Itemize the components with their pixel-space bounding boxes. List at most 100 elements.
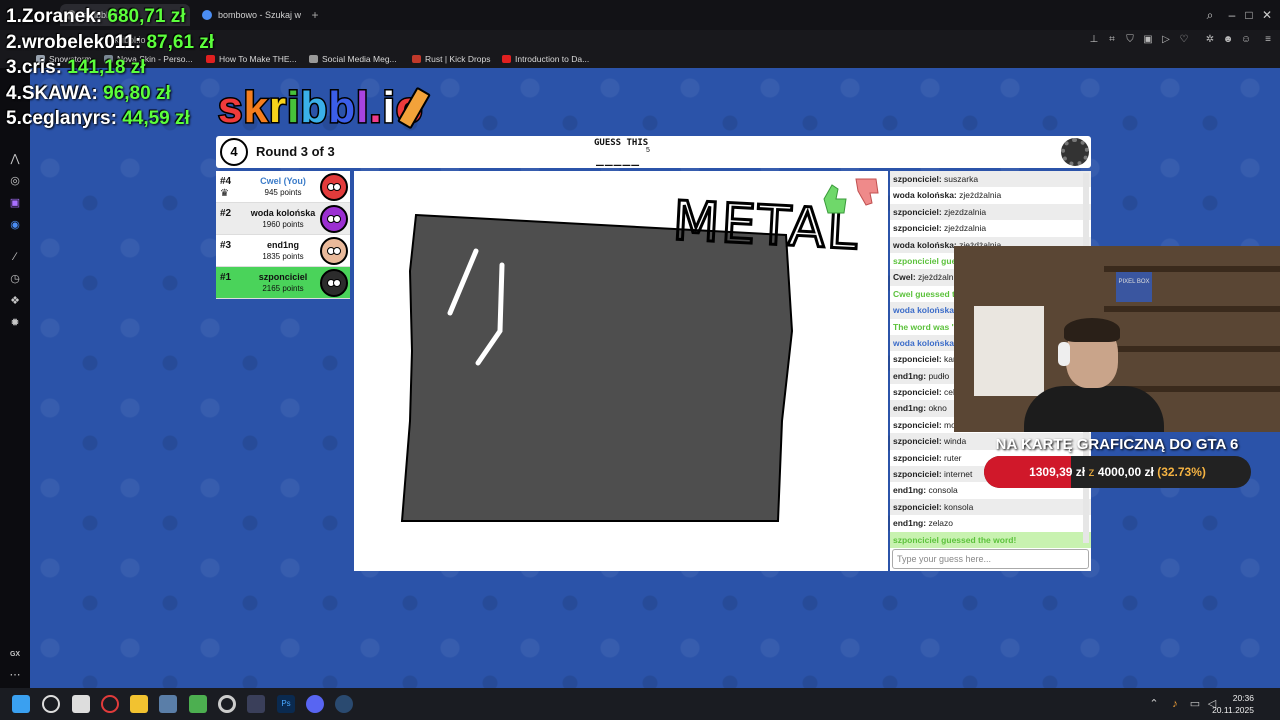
player-rank: #4 bbox=[220, 176, 232, 187]
menu-icon[interactable]: ≡ bbox=[1262, 34, 1274, 46]
drawn-thumbs-up-icon bbox=[823, 184, 847, 214]
player-row[interactable]: #1 szponciciel 2165 points bbox=[216, 267, 350, 299]
bookmark-introduction[interactable]: Introduction to Da... bbox=[502, 52, 589, 66]
player-rank: #2 bbox=[220, 208, 232, 219]
settings-gear-icon[interactable] bbox=[1061, 138, 1089, 166]
minimize-icon[interactable]: – bbox=[1225, 8, 1239, 22]
donation-leaderboard: 1.Zoranek: 680,71 zł 2.wrobelek011: 87,6… bbox=[6, 6, 214, 134]
gx-label[interactable]: GX bbox=[8, 648, 22, 662]
messenger-icon[interactable]: ◉ bbox=[8, 218, 22, 232]
crown-icon: ♛ bbox=[220, 188, 229, 199]
pixel-box-sign: PIXEL BOX bbox=[1116, 272, 1152, 302]
play-icon[interactable]: ▷ bbox=[1160, 34, 1172, 46]
streamer-hair bbox=[1064, 318, 1120, 342]
bookmark-rust-kick-drops[interactable]: Rust | Kick Drops bbox=[412, 52, 491, 66]
chevron-up-icon[interactable]: ⌃ bbox=[1147, 697, 1161, 711]
history-icon[interactable]: ◷ bbox=[8, 272, 22, 286]
bookmark-social-media[interactable]: Social Media Meg... bbox=[309, 52, 397, 66]
wand-icon[interactable]: ∕ bbox=[8, 250, 22, 264]
leaderboard-row: 4.SKAWA: 96,80 zł bbox=[6, 82, 171, 104]
logo-letter: i bbox=[286, 83, 301, 132]
player-rank: #3 bbox=[220, 240, 232, 251]
davinci-icon[interactable] bbox=[247, 695, 265, 713]
new-tab-button[interactable]: + bbox=[308, 8, 322, 22]
close-icon[interactable]: ✕ bbox=[1260, 8, 1274, 22]
shield-icon[interactable]: ⛉ bbox=[1124, 34, 1136, 46]
player-row[interactable]: #4 ♛ Cwel (You) 945 points bbox=[216, 171, 350, 203]
steam-icon[interactable] bbox=[335, 695, 353, 713]
player-avatar bbox=[320, 173, 348, 201]
vpn-icon[interactable]: ◎ bbox=[8, 174, 22, 188]
player-points: 1960 points bbox=[262, 220, 304, 229]
drawing-canvas[interactable]: METAL bbox=[354, 171, 888, 571]
chat-message: szponciciel: zjeżdzalnia bbox=[893, 223, 987, 234]
player-avatar bbox=[320, 237, 348, 265]
rust-icon bbox=[412, 55, 421, 63]
file-explorer-icon[interactable] bbox=[130, 695, 148, 713]
arrow-icon[interactable]: ⋀ bbox=[8, 152, 22, 166]
heart-icon[interactable]: ♡ bbox=[1178, 34, 1190, 46]
clock: 20:36 20.11.2025 bbox=[1212, 693, 1254, 715]
player-row[interactable]: #3 end1ng 1835 points bbox=[216, 235, 350, 267]
logo-letter: l bbox=[355, 83, 370, 132]
headset-icon bbox=[1058, 342, 1070, 366]
opera-gx-icon[interactable] bbox=[101, 695, 119, 713]
drawing-strokes: METAL bbox=[400, 178, 879, 522]
player-name: woda kolońska bbox=[250, 208, 316, 218]
more-icon[interactable]: ⋯ bbox=[8, 668, 22, 682]
discord-icon[interactable] bbox=[306, 695, 324, 713]
logo-letter: r bbox=[267, 83, 288, 132]
player-name: szponciciel bbox=[258, 272, 308, 282]
player-points: 945 points bbox=[264, 188, 302, 197]
logo-letter: s bbox=[216, 83, 244, 132]
streamer-body bbox=[1024, 386, 1164, 432]
photoshop-icon[interactable]: Ps bbox=[277, 695, 295, 713]
camera-icon[interactable]: ▣ bbox=[1142, 34, 1154, 46]
bookmark-how-to-make[interactable]: How To Make THE... bbox=[206, 52, 297, 66]
search-tabs-icon[interactable]: ⌕ bbox=[1203, 8, 1217, 22]
microphone-icon[interactable]: ♪ bbox=[1168, 697, 1182, 711]
cube-icon[interactable]: ❖ bbox=[8, 294, 22, 308]
extension-icon[interactable]: ☻ bbox=[1222, 34, 1234, 46]
shelf bbox=[1104, 306, 1280, 312]
guess-input[interactable]: Type your guess here... bbox=[892, 549, 1089, 569]
task-view-icon[interactable] bbox=[72, 695, 90, 713]
chrome-icon[interactable] bbox=[218, 695, 236, 713]
display-icon[interactable]: ▭ bbox=[1188, 697, 1202, 711]
player-rank: #1 bbox=[220, 272, 232, 283]
extension-icon[interactable]: ☺ bbox=[1240, 34, 1252, 46]
donation-goal-bar: 1309,39 zł z 4000,00 zł (32.73%) bbox=[984, 456, 1251, 488]
windows-start-icon[interactable] bbox=[12, 695, 30, 713]
dots-icon bbox=[309, 55, 318, 63]
drawers bbox=[974, 306, 1044, 396]
crop-icon[interactable]: ⌗ bbox=[1106, 34, 1118, 46]
player-row[interactable]: #2 woda kolońska 1960 points bbox=[216, 203, 350, 235]
chat-message: szponciciel: konsola bbox=[890, 498, 1091, 516]
pin-icon[interactable]: ⊥ bbox=[1088, 34, 1100, 46]
search-icon[interactable] bbox=[42, 695, 60, 713]
settings-icon[interactable]: ✹ bbox=[8, 316, 22, 330]
chat-message: szponciciel guessed the word! bbox=[890, 531, 1091, 548]
guess-this-label: GUESS THIS bbox=[594, 138, 649, 148]
extension-icon[interactable]: ✲ bbox=[1204, 34, 1216, 46]
player-list: #4 ♛ Cwel (You) 945 points #2 woda koloń… bbox=[216, 171, 350, 299]
player-points: 2165 points bbox=[262, 284, 304, 293]
logo-letter: b bbox=[299, 83, 329, 132]
word-hint: _____ bbox=[596, 152, 641, 167]
word-length: 5 bbox=[646, 147, 650, 154]
tab-title: bombowo - Szukaj w Goo bbox=[218, 10, 304, 20]
steam-icon[interactable] bbox=[159, 695, 177, 713]
leaderboard-row: 1.Zoranek: 680,71 zł bbox=[6, 6, 186, 27]
leaderboard-row: 2.wrobelek011: 87,61 zł bbox=[6, 31, 215, 53]
windows-taskbar: Ps ⌃ ♪ ▭ ◁ 20:36 20.11.2025 bbox=[0, 688, 1280, 720]
player-avatar bbox=[320, 269, 348, 297]
player-name: Cwel (You) bbox=[260, 176, 306, 186]
twitch-icon[interactable]: ▣ bbox=[8, 196, 22, 210]
drawn-gray-shape bbox=[400, 213, 794, 522]
logo-letter: k bbox=[242, 83, 270, 132]
logo-letter: . bbox=[368, 83, 383, 132]
leaderboard-row: 5.ceglanyrs: 44,59 zł bbox=[6, 108, 190, 129]
maximize-icon[interactable]: □ bbox=[1242, 8, 1256, 22]
minecraft-icon[interactable] bbox=[189, 695, 207, 713]
game-header: 4 Round 3 of 3 GUESS THIS 5 _____ bbox=[216, 136, 1091, 168]
